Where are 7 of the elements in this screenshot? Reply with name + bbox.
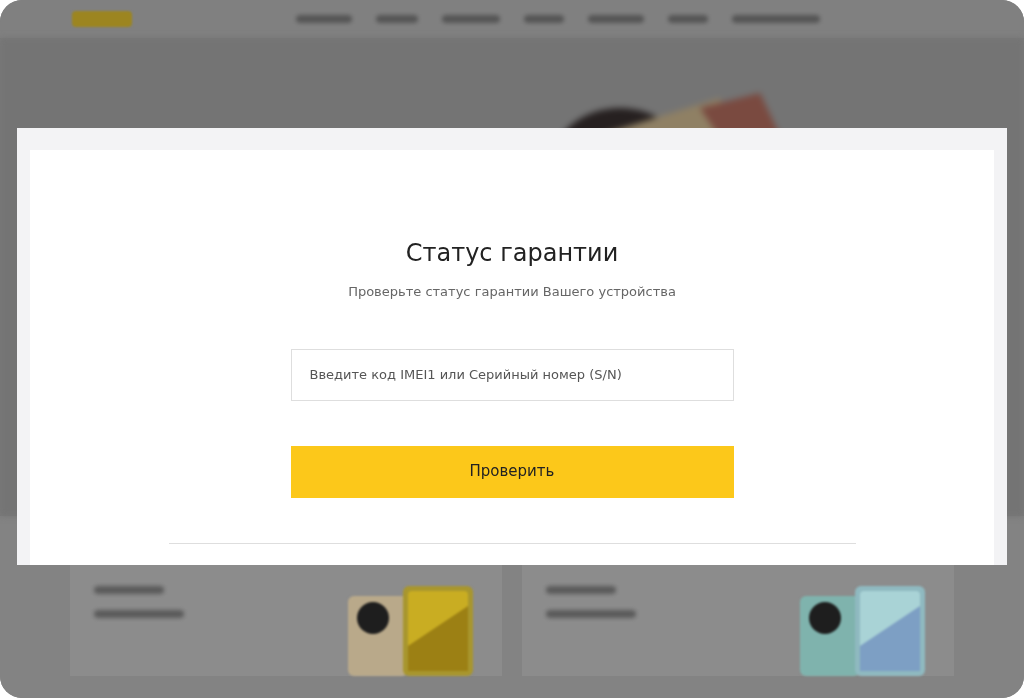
blurred-text bbox=[546, 586, 616, 594]
logo-icon bbox=[72, 11, 132, 27]
dialog-title: Статус гарантии bbox=[405, 238, 619, 268]
dialog-subtitle: Проверьте статус гарантии Вашего устройства bbox=[348, 283, 676, 301]
imei-input-field[interactable]: Введите код IMEI1 или Серийный номер (S/N) bbox=[290, 348, 734, 401]
check-button[interactable]: Проверить bbox=[290, 445, 734, 498]
blurred-text bbox=[94, 586, 164, 594]
